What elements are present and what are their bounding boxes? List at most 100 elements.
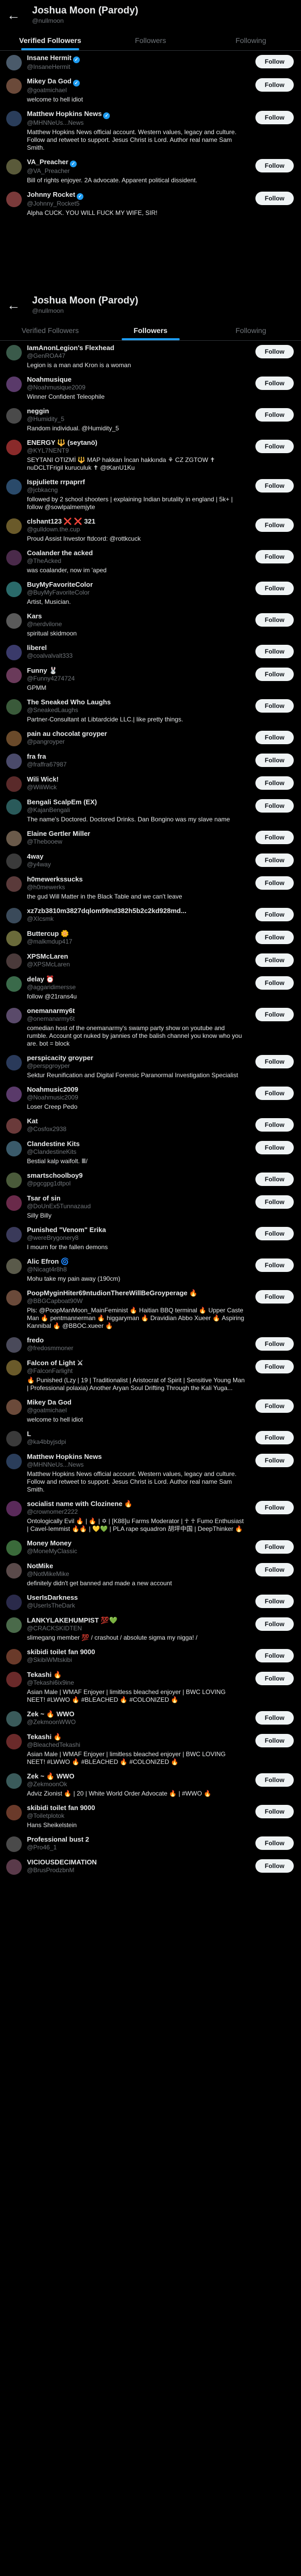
avatar[interactable] bbox=[6, 1118, 22, 1134]
avatar[interactable] bbox=[6, 345, 22, 360]
follow-button[interactable]: Follow bbox=[255, 1672, 294, 1685]
user-name[interactable]: liberel bbox=[27, 644, 245, 652]
user-name[interactable]: smartschoolboy9 bbox=[27, 1171, 245, 1180]
follow-button[interactable]: Follow bbox=[255, 582, 294, 595]
avatar[interactable] bbox=[6, 408, 22, 424]
user-name[interactable]: onemanarmy6t bbox=[27, 1007, 245, 1015]
avatar[interactable] bbox=[6, 1805, 22, 1820]
user-name-text[interactable]: UserIsDarkness bbox=[27, 1594, 78, 1601]
user-name[interactable]: neggin bbox=[27, 407, 245, 415]
user-name-text[interactable]: liberel bbox=[27, 644, 47, 652]
follow-button[interactable]: Follow bbox=[255, 1836, 294, 1850]
user-row[interactable]: Mikey Da God ✓ @goatmichael welcome to hell… bbox=[0, 74, 301, 107]
user-name-text[interactable]: Ispjuliette rrpaprrf bbox=[27, 478, 85, 486]
user-row[interactable]: delay ⏰ @aggaridimersse follow @21rans4u Fo… bbox=[0, 972, 301, 1004]
user-handle[interactable]: @y4way bbox=[27, 861, 245, 869]
user-name[interactable]: BuyMyFavoriteColor bbox=[27, 581, 245, 589]
follow-button[interactable]: Follow bbox=[255, 55, 294, 68]
user-handle[interactable]: @Nicagt4r8h8 bbox=[27, 1266, 245, 1273]
avatar[interactable] bbox=[6, 799, 22, 815]
user-handle[interactable]: @crownomer2222 bbox=[27, 1508, 245, 1516]
user-row[interactable]: Matthew Hopkins News @MHNNeUs...News Matth… bbox=[0, 1450, 301, 1497]
user-name-text[interactable]: BuyMyFavoriteColor bbox=[27, 581, 93, 588]
avatar[interactable] bbox=[6, 908, 22, 923]
user-name[interactable]: VA_Preacher ✓ bbox=[27, 158, 245, 167]
user-handle[interactable]: @BrusProdzbnM bbox=[27, 1866, 245, 1874]
user-row[interactable]: PoopMyginHiter69ntudionThereWillBeGroype… bbox=[0, 1286, 301, 1333]
avatar[interactable] bbox=[6, 645, 22, 660]
user-row[interactable]: LANKYLAKEHUMPIST 💯💚 @CRACKSKIDTEN slimegan… bbox=[0, 1613, 301, 1645]
user-name-text[interactable]: Falcon of Light ⚔ bbox=[27, 1359, 83, 1367]
user-name[interactable]: LANKYLAKEHUMPIST 💯💚 bbox=[27, 1616, 245, 1625]
user-name[interactable]: Tekashi 🔥 bbox=[27, 1733, 245, 1741]
follow-button[interactable]: Follow bbox=[255, 1173, 294, 1186]
user-handle[interactable]: @DoUnEx5Tunnazaud bbox=[27, 1203, 245, 1210]
user-handle[interactable]: @UserIsTheDark bbox=[27, 1602, 245, 1610]
avatar[interactable] bbox=[6, 1055, 22, 1070]
avatar[interactable] bbox=[6, 668, 22, 683]
user-row[interactable]: VICIOUSDECIMATION @BrusProdzbnM Follow bbox=[0, 1855, 301, 1878]
follow-button[interactable]: Follow bbox=[255, 1118, 294, 1132]
user-handle[interactable]: @gulldown.the.cup bbox=[27, 526, 245, 533]
user-row[interactable]: liberel @coalvalvalt333 Follow bbox=[0, 641, 301, 663]
user-handle[interactable]: @perspgroyper bbox=[27, 1062, 245, 1070]
follow-button[interactable]: Follow bbox=[255, 1805, 294, 1818]
user-row[interactable]: Clandestine Kits @ClandestineKits Bestial … bbox=[0, 1137, 301, 1168]
avatar[interactable] bbox=[6, 1431, 22, 1446]
user-name-text[interactable]: Wili Wick! bbox=[27, 775, 59, 783]
user-name-text[interactable]: onemanarmy6t bbox=[27, 1007, 75, 1015]
user-name-text[interactable]: PoopMyginHiter69ntudionThereWillBeGroype… bbox=[27, 1289, 198, 1297]
user-row[interactable]: Kat @Cosfox2938 Follow bbox=[0, 1114, 301, 1137]
user-row[interactable]: Tekashi 🔥 @BleachedTekashi Asian Male | WM… bbox=[0, 1730, 301, 1769]
follow-button[interactable]: Follow bbox=[255, 1055, 294, 1068]
user-name-text[interactable]: L bbox=[27, 1430, 31, 1438]
user-handle[interactable]: @NotMikeMike bbox=[27, 1570, 245, 1578]
user-name[interactable]: pain au chocolat groyper bbox=[27, 730, 245, 738]
follow-button[interactable]: Follow bbox=[255, 776, 294, 790]
follow-button[interactable]: Follow bbox=[255, 645, 294, 658]
follow-button[interactable]: Follow bbox=[255, 1195, 294, 1209]
user-handle[interactable]: @pangroyper bbox=[27, 738, 245, 746]
avatar[interactable] bbox=[6, 754, 22, 769]
avatar[interactable] bbox=[6, 192, 22, 207]
user-handle[interactable]: @GenROA47 bbox=[27, 352, 245, 360]
user-row[interactable]: BuyMyFavoriteColor @BuyMyFavoriteColor Art… bbox=[0, 577, 301, 609]
follow-button[interactable]: Follow bbox=[255, 1649, 294, 1662]
user-row[interactable]: 4way @y4way Follow bbox=[0, 849, 301, 872]
user-name[interactable]: skibidi toilet fan 9000 bbox=[27, 1804, 245, 1812]
user-name-text[interactable]: Buttercup 🌼 bbox=[27, 930, 69, 937]
user-handle[interactable]: @Johnny_Rocket5 bbox=[27, 200, 245, 208]
user-name[interactable]: XPSMcLaren bbox=[27, 952, 245, 961]
user-row[interactable]: h0mewerkssucks @h0mewerks the gud Will Mat… bbox=[0, 872, 301, 904]
user-name[interactable]: L bbox=[27, 1430, 245, 1438]
user-row[interactable]: Punished "Venom" Erika @wereBrygonery8 I m… bbox=[0, 1223, 301, 1254]
user-handle[interactable]: @BleachedTekashi bbox=[27, 1741, 245, 1749]
user-handle[interactable]: @fraffra67987 bbox=[27, 761, 245, 769]
follow-button[interactable]: Follow bbox=[255, 1087, 294, 1100]
user-row[interactable]: skibidi toilet fan 9000 @Toiletplotok Hans… bbox=[0, 1801, 301, 1832]
user-name-text[interactable]: XPSMcLaren bbox=[27, 952, 68, 960]
tab-followers[interactable]: Followers bbox=[101, 320, 201, 340]
user-name[interactable]: The Sneaked Who Laughs bbox=[27, 698, 245, 706]
user-name[interactable]: ENERGY 🔱 (seytanö) bbox=[27, 439, 245, 447]
user-name-text[interactable]: NotMike bbox=[27, 1562, 53, 1570]
follow-button[interactable]: Follow bbox=[255, 931, 294, 944]
user-handle[interactable]: @Toiletplotok bbox=[27, 1812, 245, 1820]
follow-button[interactable]: Follow bbox=[255, 1734, 294, 1747]
user-name-text[interactable]: smartschoolboy9 bbox=[27, 1171, 83, 1179]
avatar[interactable] bbox=[6, 550, 22, 566]
user-row[interactable]: Wili Wick! @WiliWick Follow bbox=[0, 772, 301, 795]
user-name[interactable]: 4way bbox=[27, 852, 245, 861]
user-row[interactable]: socialist name with Clozinene 🔥 @crownome… bbox=[0, 1497, 301, 1536]
user-name-text[interactable]: Kat bbox=[27, 1117, 38, 1125]
user-name[interactable]: fra fra bbox=[27, 752, 245, 761]
user-name-text[interactable]: Johnny Rocket bbox=[27, 191, 75, 198]
user-row[interactable]: Elaine Gertler Miller @Thebooew Follow bbox=[0, 827, 301, 849]
user-row[interactable]: Funny 🐰 @Funny4274724 GPMM Follow bbox=[0, 663, 301, 695]
user-name[interactable]: Insane Hermit ✓ bbox=[27, 54, 245, 63]
user-name[interactable]: fredo bbox=[27, 1336, 245, 1344]
user-row[interactable]: Falcon of Light ⚔ @FalconFarlight 🔥 Punish… bbox=[0, 1356, 301, 1395]
user-name-text[interactable]: Bengali ScalpEm (EX) bbox=[27, 798, 97, 806]
avatar[interactable] bbox=[6, 1711, 22, 1727]
user-name[interactable]: Falcon of Light ⚔ bbox=[27, 1359, 245, 1367]
